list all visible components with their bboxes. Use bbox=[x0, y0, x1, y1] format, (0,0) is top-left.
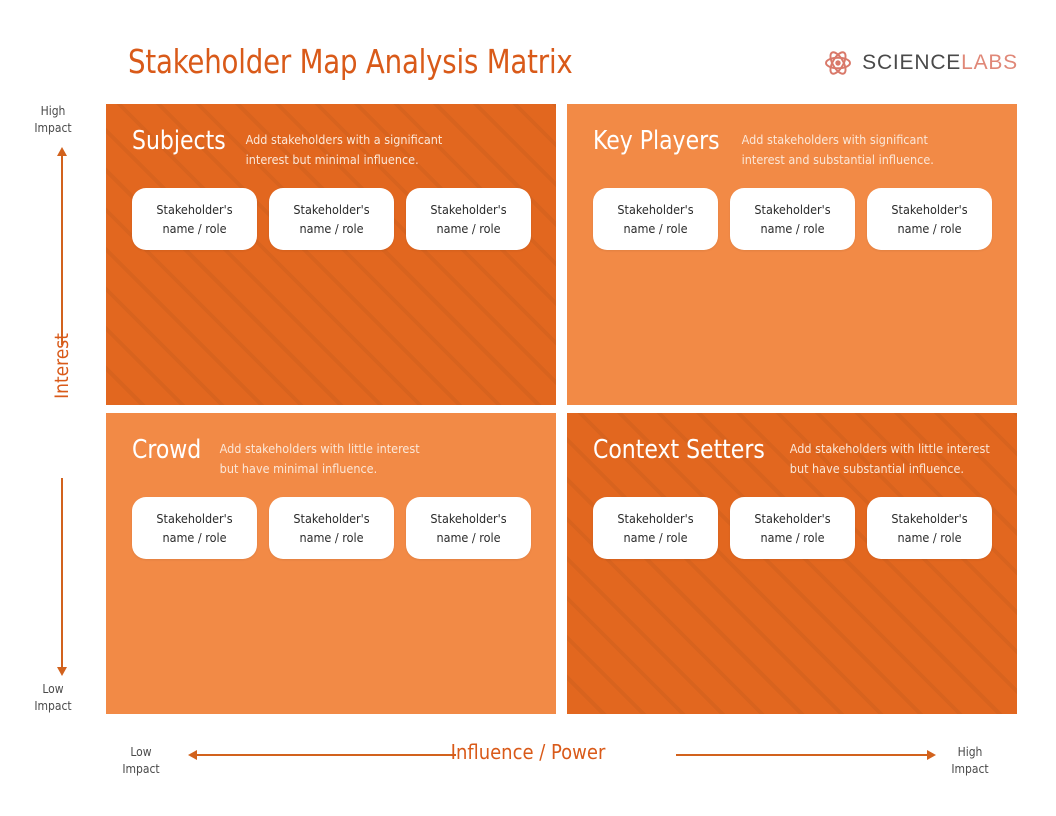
card-line2: name / role bbox=[760, 221, 825, 236]
y-axis-top-caption-line2: Impact bbox=[34, 121, 72, 136]
brand-word-science: SCIENCE bbox=[862, 51, 962, 74]
quadrant-description-line2: but have substantial influence. bbox=[789, 460, 964, 476]
arrow-head-down-icon bbox=[57, 667, 67, 676]
card-line2: name / role bbox=[299, 221, 364, 236]
card-line2: name / role bbox=[162, 221, 227, 236]
card-line2: name / role bbox=[436, 530, 501, 545]
quadrant-header: Crowd Add stakeholders with little inter… bbox=[132, 433, 538, 479]
card-line2: name / role bbox=[623, 221, 688, 236]
card-line1: Stakeholder's bbox=[891, 510, 968, 526]
y-axis-label: Interest bbox=[51, 333, 73, 399]
atom-icon bbox=[823, 48, 853, 78]
card-line2: name / role bbox=[760, 530, 825, 545]
quadrant-header: Subjects Add stakeholders with a signifi… bbox=[132, 124, 538, 170]
y-axis-bottom-caption-line1: Low bbox=[42, 682, 64, 696]
card-line1: Stakeholder's bbox=[293, 201, 370, 217]
stakeholder-matrix: Subjects Add stakeholders with a signifi… bbox=[106, 104, 1017, 714]
quadrant-description-line2: interest but minimal influence. bbox=[245, 151, 419, 167]
quadrant-title: Crowd bbox=[132, 435, 202, 465]
brand-word-labs: LABS bbox=[961, 51, 1018, 74]
header: Stakeholder Map Analysis Matrix SCIENCEL… bbox=[0, 0, 1056, 104]
x-axis-left-caption-line2: Impact bbox=[122, 762, 160, 777]
quadrant-subjects[interactable]: Subjects Add stakeholders with a signifi… bbox=[106, 104, 556, 405]
stakeholder-card[interactable]: Stakeholder's name / role bbox=[406, 188, 531, 250]
stakeholder-card-row: Stakeholder's name / role Stakeholder's … bbox=[132, 497, 531, 559]
quadrant-description-line1: Add stakeholders with significant bbox=[741, 132, 928, 147]
y-axis-down-arrow bbox=[57, 478, 67, 676]
stakeholder-card-row: Stakeholder's name / role Stakeholder's … bbox=[593, 188, 992, 250]
card-line1: Stakeholder's bbox=[156, 201, 233, 217]
card-line1: Stakeholder's bbox=[156, 510, 233, 526]
quadrant-description-line2: interest and substantial influence. bbox=[741, 151, 934, 167]
card-line2: name / role bbox=[897, 221, 962, 236]
horizontal-axis: Low Impact Influence / Power High Impact bbox=[0, 714, 1056, 816]
quadrant-header: Context Setters Add stakeholders with li… bbox=[593, 433, 999, 479]
stakeholder-card[interactable]: Stakeholder's name / role bbox=[867, 497, 992, 559]
stakeholder-card[interactable]: Stakeholder's name / role bbox=[269, 188, 394, 250]
stakeholder-card[interactable]: Stakeholder's name / role bbox=[269, 497, 394, 559]
y-axis-top-caption: High Impact bbox=[0, 103, 106, 138]
quadrant-description-line1: Add stakeholders with little interest bbox=[219, 441, 420, 456]
y-axis-bottom-caption: Low Impact bbox=[0, 681, 106, 716]
y-axis-top-caption-line1: High bbox=[40, 104, 66, 118]
quadrant-crowd[interactable]: Crowd Add stakeholders with little inter… bbox=[106, 413, 556, 714]
vertical-axis: High Impact Interest Low Impact bbox=[0, 0, 106, 816]
brand-wordmark: SCIENCELABS bbox=[862, 51, 1018, 75]
y-axis-up-arrow bbox=[57, 147, 67, 345]
card-line1: Stakeholder's bbox=[617, 201, 694, 217]
card-line1: Stakeholder's bbox=[754, 201, 831, 217]
quadrant-description-line2: but have minimal influence. bbox=[219, 460, 378, 476]
card-line1: Stakeholder's bbox=[891, 201, 968, 217]
quadrant-description: Add stakeholders with little interest bu… bbox=[220, 433, 420, 479]
card-line2: name / role bbox=[623, 530, 688, 545]
quadrant-description: Add stakeholders with significant intere… bbox=[742, 124, 934, 170]
stakeholder-card[interactable]: Stakeholder's name / role bbox=[867, 188, 992, 250]
x-axis-right-caption-line1: High bbox=[957, 745, 983, 759]
stakeholder-card-row: Stakeholder's name / role Stakeholder's … bbox=[132, 188, 531, 250]
quadrant-key-players[interactable]: Key Players Add stakeholders with signif… bbox=[567, 104, 1017, 405]
quadrant-description: Add stakeholders with a significant inte… bbox=[246, 124, 443, 170]
quadrant-header: Key Players Add stakeholders with signif… bbox=[593, 124, 999, 170]
quadrant-context-setters[interactable]: Context Setters Add stakeholders with li… bbox=[567, 413, 1017, 714]
quadrant-title: Key Players bbox=[593, 126, 720, 156]
card-line1: Stakeholder's bbox=[430, 201, 507, 217]
stakeholder-card[interactable]: Stakeholder's name / role bbox=[593, 188, 718, 250]
card-line1: Stakeholder's bbox=[754, 510, 831, 526]
arrow-head-up-icon bbox=[57, 147, 67, 156]
x-axis-label: Influence / Power bbox=[450, 740, 606, 764]
stakeholder-card-row: Stakeholder's name / role Stakeholder's … bbox=[593, 497, 992, 559]
quadrant-title: Context Setters bbox=[593, 435, 765, 465]
page-title: Stakeholder Map Analysis Matrix bbox=[128, 42, 573, 81]
card-line1: Stakeholder's bbox=[293, 510, 370, 526]
x-axis-right-caption-line2: Impact bbox=[951, 762, 989, 777]
quadrant-description: Add stakeholders with little interest bu… bbox=[790, 433, 990, 479]
stakeholder-card[interactable]: Stakeholder's name / role bbox=[593, 497, 718, 559]
card-line1: Stakeholder's bbox=[430, 510, 507, 526]
card-line2: name / role bbox=[436, 221, 501, 236]
quadrant-description-line1: Add stakeholders with a significant bbox=[245, 132, 443, 147]
x-axis-right-caption: High Impact bbox=[922, 744, 1018, 779]
brand-logo: SCIENCELABS bbox=[823, 48, 1018, 78]
card-line2: name / role bbox=[897, 530, 962, 545]
stakeholder-card[interactable]: Stakeholder's name / role bbox=[730, 497, 855, 559]
card-line1: Stakeholder's bbox=[617, 510, 694, 526]
card-line2: name / role bbox=[162, 530, 227, 545]
card-line2: name / role bbox=[299, 530, 364, 545]
x-axis-right-arrow bbox=[676, 750, 936, 760]
stakeholder-card[interactable]: Stakeholder's name / role bbox=[730, 188, 855, 250]
stakeholder-card[interactable]: Stakeholder's name / role bbox=[406, 497, 531, 559]
stakeholder-card[interactable]: Stakeholder's name / role bbox=[132, 188, 257, 250]
quadrant-description-line1: Add stakeholders with little interest bbox=[789, 441, 990, 456]
y-axis-bottom-caption-line2: Impact bbox=[34, 699, 72, 714]
stakeholder-card[interactable]: Stakeholder's name / role bbox=[132, 497, 257, 559]
quadrant-title: Subjects bbox=[132, 126, 226, 156]
